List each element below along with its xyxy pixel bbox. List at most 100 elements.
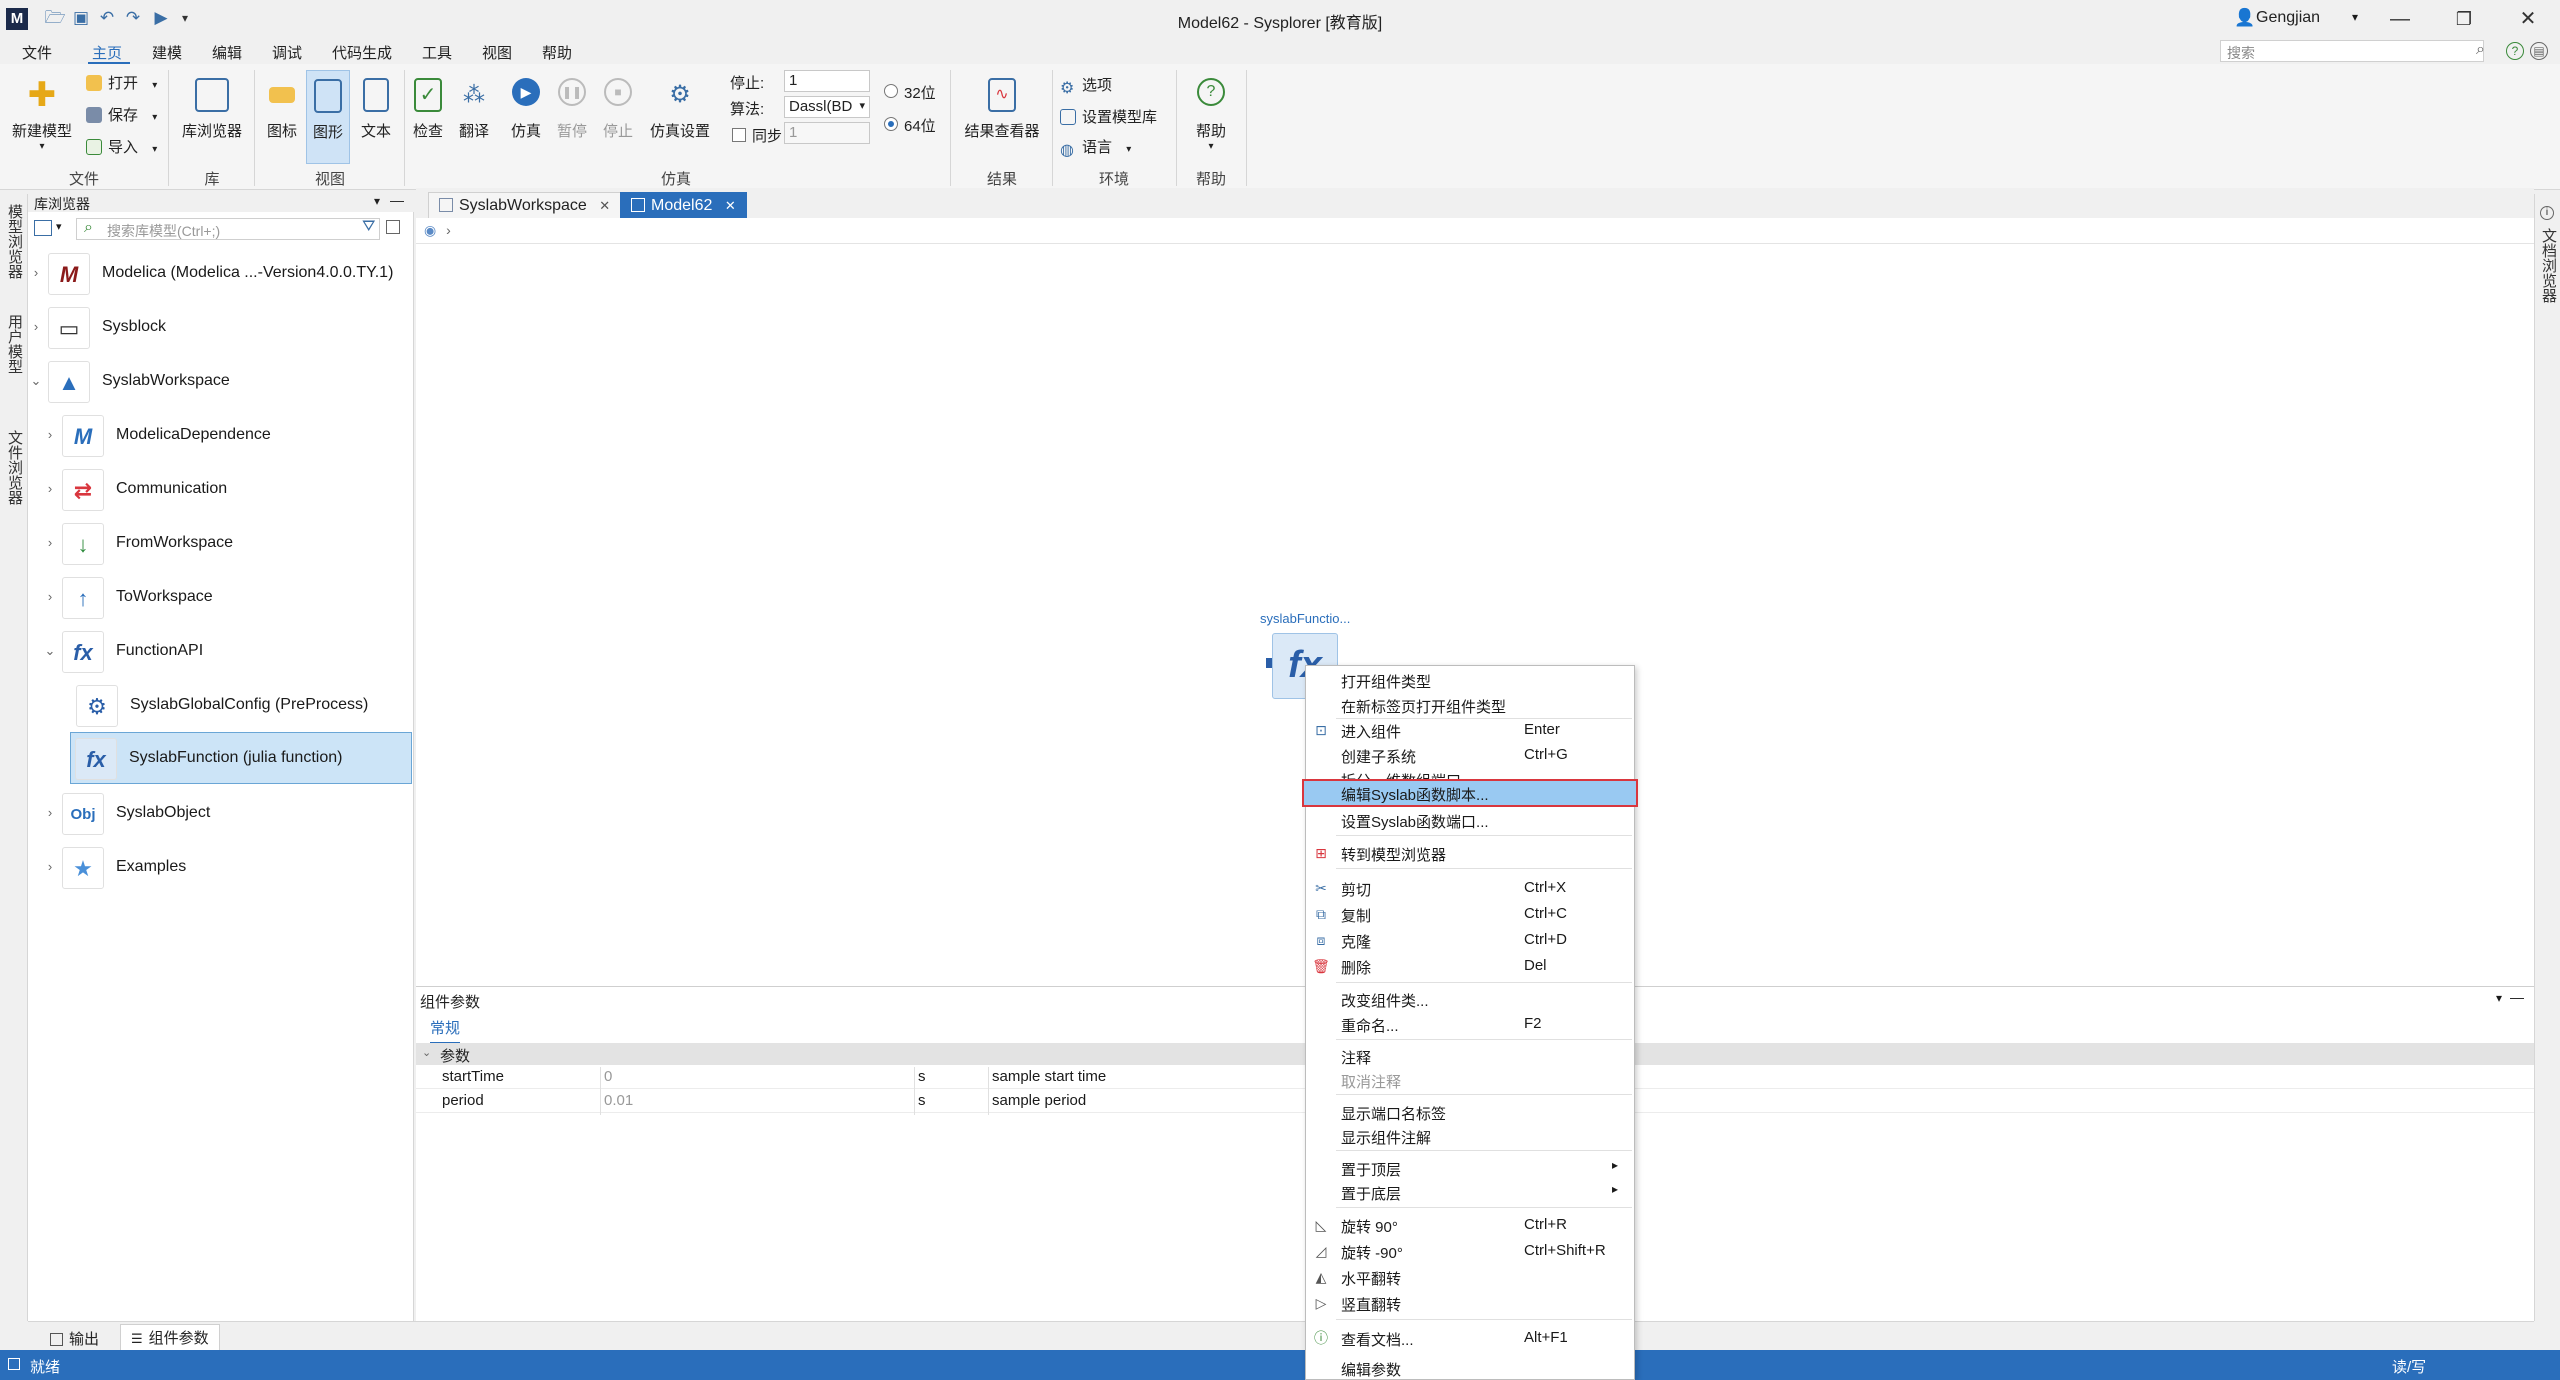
menu-item-clone[interactable]: ⧈ 克隆 Ctrl+D [1306,928,1634,952]
feedback-icon[interactable]: ▤ [2530,42,2548,60]
check-button[interactable]: ✓ 检查 [408,78,448,141]
tab-file-browser[interactable]: 文件浏览器 [3,430,25,505]
menu-item-set-syslab-ports[interactable]: 设置Syslab函数端口... [1306,808,1634,832]
menu-home[interactable]: 主页 [92,42,122,63]
chevron-right-icon[interactable]: › [44,589,56,604]
stop-button[interactable]: ■ 停止 [598,78,638,141]
menu-edit[interactable]: 编辑 [212,42,242,63]
menu-item-open-type-new-tab[interactable]: 在新标签页打开组件类型 [1306,693,1634,717]
import-button[interactable]: 导入 ▾ [86,136,157,157]
menu-item-create-subsystem[interactable]: 创建子系统 Ctrl+G [1306,743,1634,767]
translate-button[interactable]: ⁂ 翻译 [454,78,494,141]
menu-item-flip-vertical[interactable]: ▷ 竖直翻转 [1306,1291,1634,1315]
tree-item-functionapi[interactable]: ⌄ fx FunctionAPI [28,626,414,678]
tree-item-syslabfunction[interactable]: fx SyslabFunction (julia function) [70,732,412,784]
menu-item-show-port-labels[interactable]: 显示端口名标签 [1306,1100,1634,1124]
help-button[interactable]: ? 帮助 ▾ [1188,78,1234,152]
chevron-right-icon[interactable]: › [44,859,56,874]
chevron-right-icon[interactable]: › [446,222,451,238]
graphic-view-button[interactable]: 图形 [306,70,350,164]
menu-item-rotate-minus-90[interactable]: ◿ 旋转 -90° Ctrl+Shift+R [1306,1239,1634,1263]
menu-item-edit-syslab-script[interactable]: 编辑Syslab函数脚本... [1302,779,1638,807]
menu-item-edit-params[interactable]: 编辑参数 [1306,1352,1634,1378]
language-button[interactable]: ◍ 语言 ▾ [1060,136,1131,159]
tab-syslabworkspace[interactable]: SyslabWorkspace ✕ [428,192,622,218]
menu-item-copy[interactable]: ⧉ 复制 Ctrl+C [1306,902,1634,926]
tree-item-communication[interactable]: › ⇄ Communication [28,464,414,516]
menu-item-comment[interactable]: 注释 [1306,1044,1634,1068]
menu-item-show-annotation[interactable]: 显示组件注解 [1306,1124,1634,1148]
search-icon[interactable]: ⌕ [2476,41,2485,59]
close-tab-icon[interactable]: ✕ [725,198,736,213]
options-button[interactable]: ⚙ 选项 [1060,74,1112,97]
library-search-input[interactable]: 搜索库模型(Ctrl+;) [76,218,380,240]
panel-menu-icon[interactable]: ▾ [2496,991,2502,1005]
tab-component-params[interactable]: ☰ 组件参数 [120,1324,220,1351]
save-button[interactable]: 保存 ▾ [86,104,157,125]
menu-codegen[interactable]: 代码生成 [332,42,392,63]
chevron-down-icon[interactable]: ▾ [56,220,62,233]
menu-item-delete[interactable]: 🗑 删除 Del [1306,954,1634,978]
menu-item-rename[interactable]: 重命名... F2 [1306,1012,1634,1036]
tree-item-examples[interactable]: › ★ Examples [28,842,414,894]
chevron-right-icon[interactable]: › [30,319,42,334]
menu-debug[interactable]: 调试 [272,42,302,63]
pause-button[interactable]: ❚❚ 暂停 [552,78,592,141]
text-view-button[interactable]: 文本 [354,78,398,141]
chevron-right-icon[interactable]: › [30,265,42,280]
tab-output[interactable]: 输出 [40,1326,109,1351]
model-nav-icon[interactable]: ◉ [424,222,436,238]
chevron-right-icon[interactable]: › [44,805,56,820]
algorithm-select[interactable]: Dassl(BD ▾ [784,96,870,118]
tree-item-syslabworkspace[interactable]: ⌄ ▲ SyslabWorkspace [28,356,414,408]
new-model-button[interactable]: ✚ 新建模型 ▾ [4,78,80,152]
tree-item-syslabobject[interactable]: › Obj SyslabObject [28,788,414,840]
menu-item-uncomment[interactable]: 取消注释 [1306,1068,1634,1092]
radio-64bit[interactable] [884,117,898,131]
menu-view[interactable]: 视图 [482,42,512,63]
tree-item-sysblock[interactable]: › ▭ Sysblock [28,302,414,354]
close-tab-icon[interactable]: ✕ [599,198,610,213]
tree-item-syslabglobalconfig[interactable]: ⚙ SyslabGlobalConfig (PreProcess) [28,680,414,732]
tab-doc-browser[interactable]: 文档浏览器 [2537,228,2559,303]
sync-checkbox[interactable] [732,128,746,142]
restore-button[interactable]: ❐ [2436,2,2492,36]
minimize-panel-icon[interactable]: — [2510,989,2524,1005]
stop-time-input[interactable]: 1 [784,70,870,92]
menu-help[interactable]: 帮助 [542,42,572,63]
tree-item-modelicadependence[interactable]: › M ModelicaDependence [28,410,414,462]
model-lib-button[interactable]: 设置模型库 [1060,106,1157,127]
chevron-right-icon[interactable]: › [44,535,56,550]
tab-model62[interactable]: Model62 ✕ [620,192,747,218]
input-port-icon[interactable] [1266,658,1272,668]
menu-modeling[interactable]: 建模 [152,42,182,63]
menu-item-change-class[interactable]: 改变组件类... [1306,987,1634,1011]
tree-item-toworkspace[interactable]: › ↑ ToWorkspace [28,572,414,624]
chevron-right-icon[interactable]: › [44,481,56,496]
panel-menu-icon[interactable]: ▾ [374,194,380,208]
chevron-right-icon[interactable]: › [44,427,56,442]
open-button[interactable]: 打开 ▾ [86,72,157,93]
user-name[interactable]: Gengjian [2256,9,2320,27]
simulate-button[interactable]: ▶ 仿真 [506,78,546,141]
collapse-all-icon[interactable] [386,220,400,234]
sim-settings-button[interactable]: ⚙ 仿真设置 [646,78,714,141]
icon-view-button[interactable]: 图标 [260,78,304,141]
param-value-input[interactable]: 0 [604,1068,612,1085]
radio-32bit[interactable] [884,84,898,98]
menu-item-enter-component[interactable]: ⊡ 进入组件 Enter [1306,718,1634,742]
menu-item-view-docs[interactable]: ⓘ 查看文档... Alt+F1 [1306,1326,1634,1350]
menu-tools[interactable]: 工具 [422,42,452,63]
param-value-input[interactable]: 0.01 [604,1092,633,1109]
menu-item-goto-model-browser[interactable]: ⊞ 转到模型浏览器 [1306,841,1634,865]
tab-model-browser[interactable]: 模型浏览器 [3,204,25,279]
user-dropdown-icon[interactable]: ▾ [2352,10,2358,24]
close-window-button[interactable]: ✕ [2500,2,2556,36]
filter-icon[interactable]: ⛛ [362,218,375,236]
chevron-down-icon[interactable]: ⌄ [44,643,56,659]
menu-item-split-array-port[interactable]: 拆分一维数组端口 [1306,767,1634,781]
menu-item-flip-horizontal[interactable]: ◭ 水平翻转 [1306,1265,1634,1289]
minimize-button[interactable]: — [2372,2,2428,36]
minimize-panel-icon[interactable]: — [390,192,404,208]
menu-file[interactable]: 文件 [22,42,52,63]
